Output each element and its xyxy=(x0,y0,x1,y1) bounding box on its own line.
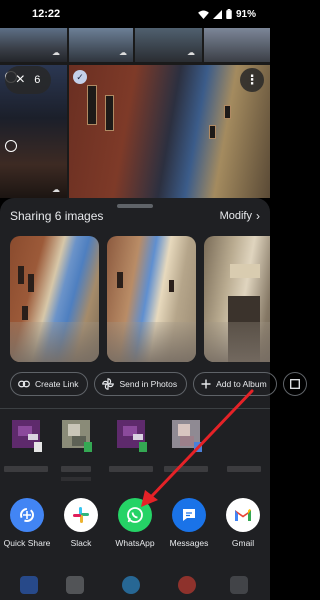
chevron-right-icon: › xyxy=(256,209,260,223)
contact-name-redacted xyxy=(227,466,261,472)
messages-app[interactable]: Messages xyxy=(161,498,217,548)
link-icon xyxy=(18,380,30,388)
avatar xyxy=(113,418,149,454)
app-label: Slack xyxy=(70,538,92,548)
quick-share-app[interactable]: Quick Share xyxy=(0,498,55,548)
contact-subtitle-redacted xyxy=(61,477,91,481)
battery-icon xyxy=(226,9,232,19)
quick-action-chips: Create Link Send in Photos Add to Album xyxy=(10,372,307,396)
create-link-label: Create Link xyxy=(35,379,79,389)
cloud-icon: ☁ xyxy=(52,48,60,57)
modify-button[interactable]: Modify › xyxy=(220,209,260,223)
gallery-thumbnail[interactable]: ☁ xyxy=(0,28,67,62)
selected-check-icon[interactable]: ✓ xyxy=(73,70,87,84)
image-preview[interactable] xyxy=(107,236,196,362)
more-actions-chip[interactable] xyxy=(282,372,307,396)
battery-percent: 91% xyxy=(235,8,256,20)
section-divider xyxy=(0,408,270,409)
gallery-thumbnail[interactable]: ☁ xyxy=(69,28,133,62)
contact-name-redacted xyxy=(61,466,91,472)
direct-share-row xyxy=(0,418,270,508)
select-circle[interactable] xyxy=(5,140,17,152)
share-title: Sharing 6 images xyxy=(10,209,104,223)
plus-icon xyxy=(201,379,211,389)
messages-icon xyxy=(172,498,206,532)
direct-share-contact[interactable] xyxy=(105,418,157,472)
wifi-icon xyxy=(198,9,209,19)
selection-close-chip[interactable]: × 6 xyxy=(5,66,51,94)
direct-share-contact[interactable] xyxy=(218,418,270,472)
whatsapp-icon xyxy=(118,498,152,532)
direct-share-contact[interactable] xyxy=(0,418,52,472)
image-preview-carousel[interactable] xyxy=(0,236,270,362)
quick-share-icon xyxy=(10,498,44,532)
selection-count: 6 xyxy=(34,74,41,86)
gallery-thumbnail[interactable] xyxy=(204,28,270,62)
status-time: 12:22 xyxy=(32,8,61,20)
dock-app-icon[interactable] xyxy=(178,576,196,594)
avatar xyxy=(226,418,262,454)
dock-app-icon[interactable] xyxy=(230,576,248,594)
send-in-photos-chip[interactable]: Send in Photos xyxy=(94,372,188,396)
avatar xyxy=(168,418,204,454)
dock-app-icon[interactable] xyxy=(20,576,38,594)
slack-app[interactable]: Slack xyxy=(53,498,109,548)
send-in-photos-label: Send in Photos xyxy=(119,379,178,389)
close-icon[interactable]: × xyxy=(16,72,25,88)
share-sheet: Sharing 6 images Modify › Create Link Se… xyxy=(0,198,307,600)
gallery-thumbnail-selected[interactable]: ✓ xyxy=(69,65,270,198)
status-bar: 12:22 91% xyxy=(0,0,270,28)
gallery-thumbnail[interactable]: ☁ xyxy=(135,28,202,62)
add-to-album-chip[interactable]: Add to Album xyxy=(193,372,277,396)
image-preview[interactable] xyxy=(10,236,99,362)
contact-name-redacted xyxy=(164,466,208,472)
signal-icon xyxy=(212,9,222,19)
dock-app-icon[interactable] xyxy=(66,576,84,594)
app-label: Messages xyxy=(169,538,209,548)
photos-pinwheel-icon xyxy=(102,378,115,390)
contact-name-redacted xyxy=(109,466,153,472)
avatar xyxy=(58,418,94,454)
create-link-chip[interactable]: Create Link xyxy=(10,372,89,396)
dock-app-icon[interactable] xyxy=(122,576,140,594)
status-icons: 91% xyxy=(198,9,256,20)
cloud-icon: ☁ xyxy=(187,48,195,57)
slideshow-icon xyxy=(289,379,300,389)
whatsapp-app[interactable]: WhatsApp xyxy=(107,498,163,548)
photo-gallery: ☁ ☁ ☁ ☁ ✓ × 6 ⋮ xyxy=(0,28,270,198)
gmail-app[interactable]: Gmail xyxy=(215,498,271,548)
app-label: Quick Share xyxy=(3,538,51,548)
dock-peek xyxy=(0,566,270,600)
share-sheet-header: Sharing 6 images Modify › xyxy=(10,209,260,223)
contact-name-redacted xyxy=(4,466,48,472)
app-share-row: Quick Share Slack WhatsApp Messages Gmai… xyxy=(0,498,270,558)
slack-icon xyxy=(64,498,98,532)
gmail-icon xyxy=(226,498,260,532)
modify-label: Modify xyxy=(219,210,252,222)
direct-share-contact[interactable] xyxy=(160,418,212,472)
cloud-icon: ☁ xyxy=(119,48,127,57)
app-label: Gmail xyxy=(231,538,255,548)
avatar xyxy=(8,418,44,454)
cloud-icon: ☁ xyxy=(52,185,60,194)
image-preview[interactable] xyxy=(204,236,270,362)
direct-share-contact[interactable] xyxy=(50,418,102,481)
app-label: WhatsApp xyxy=(115,538,155,548)
drag-handle[interactable] xyxy=(117,204,153,208)
more-vert-icon[interactable]: ⋮ xyxy=(240,68,264,92)
add-to-album-label: Add to Album xyxy=(216,379,267,389)
